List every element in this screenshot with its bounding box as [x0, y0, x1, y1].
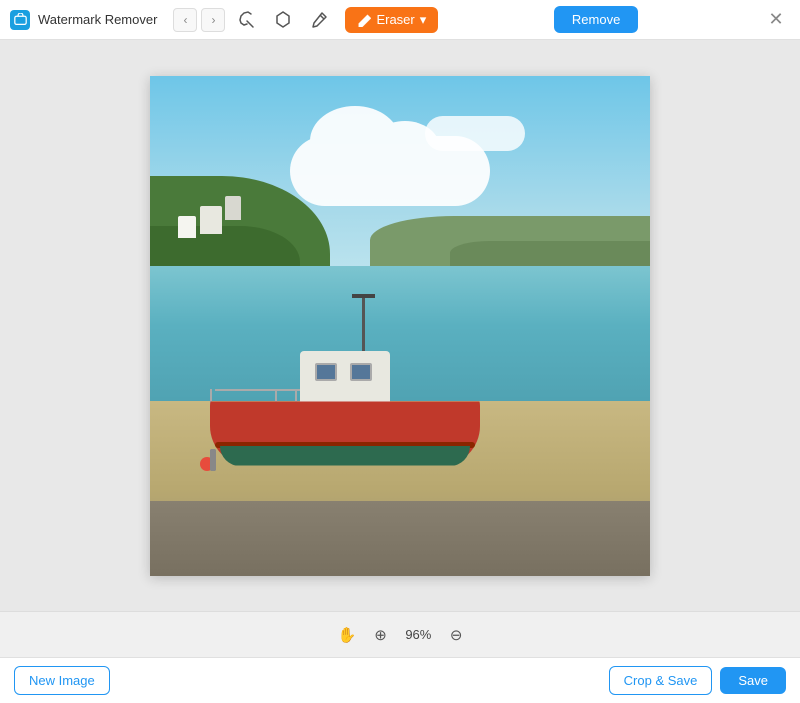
zoom-in-button[interactable]: ⊕ [370, 624, 391, 646]
railing-post [295, 389, 297, 404]
forward-button[interactable]: › [201, 8, 225, 32]
remove-button[interactable]: Remove [554, 6, 638, 33]
boat [210, 336, 480, 466]
support-leg-2 [210, 449, 216, 471]
titlebar: Watermark Remover ‹ › Eraser ▾ Remove [0, 0, 800, 40]
boat-railing [215, 389, 300, 391]
zoom-out-button[interactable]: ⊖ [446, 624, 467, 646]
save-button[interactable]: Save [720, 667, 786, 694]
building-3 [225, 196, 241, 220]
crop-save-button[interactable]: Crop & Save [609, 666, 713, 695]
railing-post [210, 389, 212, 404]
cabin-window-2 [350, 363, 372, 381]
eraser-dropdown-icon: ▾ [420, 12, 427, 28]
polygon-tool-icon[interactable] [269, 6, 297, 34]
pebbles-layer [150, 501, 650, 576]
zoom-level-display: 96% [401, 627, 436, 642]
hull-bottom [220, 446, 470, 466]
zoom-bar: ✋ ⊕ 96% ⊖ [0, 611, 800, 657]
boat-mast [362, 296, 365, 356]
hand-tool-icon[interactable]: ✋ [334, 624, 361, 646]
footer-bar: New Image Crop & Save Save [0, 657, 800, 703]
eraser-label: Eraser [376, 12, 414, 27]
nav-buttons: ‹ › [173, 8, 225, 32]
eraser-button[interactable]: Eraser ▾ [345, 7, 438, 33]
image-container[interactable] [150, 76, 650, 576]
close-button[interactable]: ✕ [762, 6, 790, 34]
cabin-window-1 [315, 363, 337, 381]
canvas-image [150, 76, 650, 576]
main-canvas-area [0, 40, 800, 611]
lasso-tool-icon[interactable] [233, 6, 261, 34]
back-button[interactable]: ‹ [173, 8, 197, 32]
new-image-button[interactable]: New Image [14, 666, 110, 695]
cloud-small [425, 116, 525, 151]
toolbar-icons [233, 6, 333, 34]
building-2 [200, 206, 222, 234]
brush-tool-icon[interactable] [305, 6, 333, 34]
app-title: Watermark Remover [38, 12, 157, 27]
building-1 [178, 216, 196, 238]
railing-post [275, 389, 277, 404]
boat-cabin [300, 351, 390, 406]
app-icon [10, 10, 30, 30]
boat-radar [352, 294, 375, 298]
